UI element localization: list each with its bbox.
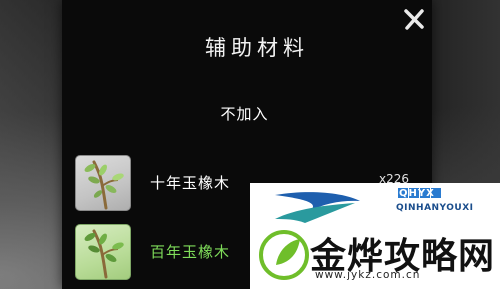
background-left-shade [0, 0, 70, 289]
no-material-option[interactable]: 不加入 [62, 103, 427, 124]
watermark-top-text: QHYX [399, 188, 435, 199]
dialog-title: 辅助材料 [205, 36, 309, 60]
material-item-name: 百年玉橡木 [150, 243, 231, 261]
close-button[interactable] [402, 8, 426, 32]
jade-oak-sapling-icon [75, 224, 131, 280]
watermark-brand-en: QINHANYOUXI [396, 203, 474, 213]
watermark-url: www.jykz.com.cn [315, 269, 421, 281]
jade-oak-sapling-icon [75, 155, 131, 211]
close-icon [404, 9, 424, 30]
material-item-name: 十年玉橡木 [150, 174, 231, 192]
site-watermark: QHYX QINHANYOUXI 金烨攻略网 www.jykz.com.cn [250, 183, 500, 289]
